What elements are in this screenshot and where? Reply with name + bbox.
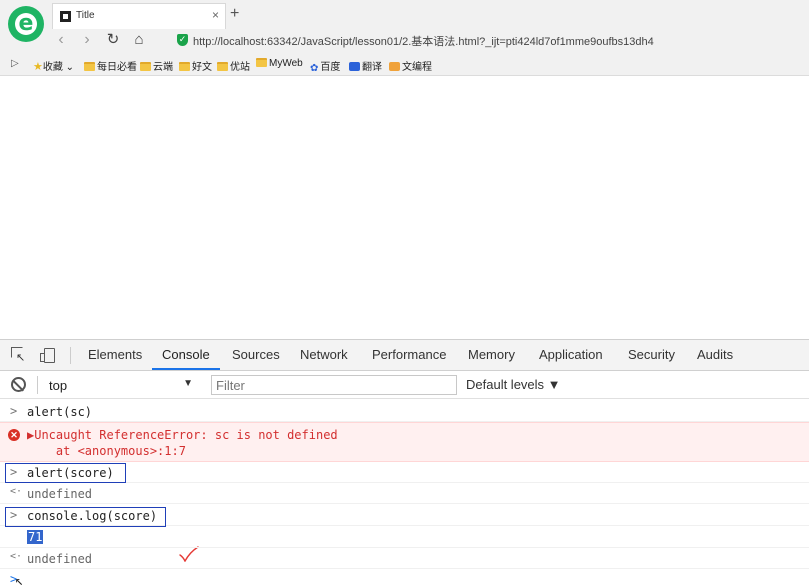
new-tab-button[interactable]: +	[230, 5, 239, 23]
clear-console-icon[interactable]	[11, 377, 26, 392]
console-row: <· undefined	[0, 483, 809, 504]
security-shield-icon: ✓	[177, 34, 188, 46]
log-levels-dropdown[interactable]: Default levels ▼	[466, 377, 561, 392]
bookmark-favorites[interactable]: ★收藏 ⌄	[33, 58, 74, 73]
console-toolbar: top ▼ Default levels ▼	[0, 371, 809, 399]
bookmarks-toggle-icon[interactable]: ▷	[11, 58, 19, 69]
tab-performance[interactable]: Performance	[372, 347, 446, 362]
device-toolbar-icon[interactable]	[40, 347, 56, 363]
home-button[interactable]: ⌂	[130, 31, 148, 49]
console-error-row: ✕ ▶Uncaught ReferenceError: sc is not de…	[0, 422, 809, 462]
tab-network[interactable]: Network	[300, 347, 348, 362]
bookmark-sites[interactable]: 优站	[217, 58, 250, 73]
dropdown-arrow-icon: ▼	[183, 378, 193, 389]
translate-icon	[349, 62, 360, 71]
active-tab-indicator	[152, 368, 220, 370]
tab-elements[interactable]: Elements	[88, 347, 142, 362]
reload-button[interactable]: ↻	[104, 31, 122, 49]
tab-audits[interactable]: Audits	[697, 347, 733, 362]
bookmark-baidu[interactable]: ✿ 百度	[310, 58, 340, 74]
browser-tab[interactable]: Title ×	[52, 3, 226, 29]
bookmark-articles[interactable]: 好文	[179, 58, 212, 73]
console-command[interactable]: alert(sc)	[27, 405, 92, 419]
bookmark-myweb[interactable]: MyWeb	[256, 58, 303, 69]
paw-icon: ✿	[310, 63, 319, 74]
star-icon: ★	[33, 61, 43, 73]
console-row: > alert(sc)	[0, 400, 809, 422]
url-text[interactable]: http://localhost:63342/JavaScript/lesson…	[193, 33, 654, 49]
forward-button[interactable]: ›	[78, 31, 96, 49]
bookmark-daily[interactable]: 每日必看	[84, 58, 137, 73]
error-message[interactable]: ▶Uncaught ReferenceError: sc is not defi…	[27, 428, 338, 442]
back-button[interactable]: ‹	[52, 31, 70, 49]
folder-icon	[256, 58, 267, 67]
return-value-icon: <·	[10, 486, 23, 497]
tab-memory[interactable]: Memory	[468, 347, 515, 362]
bookmark-translate[interactable]: 翻译	[349, 58, 382, 73]
folder-icon	[217, 62, 228, 71]
browser-chrome: e Title × + ‹ › ↻ ⌂ ✓ http://localhost:6…	[0, 0, 809, 76]
console-log-output[interactable]: 71	[27, 530, 44, 544]
console-row: 71	[0, 526, 809, 548]
error-stack[interactable]: at <anonymous>:1:7	[27, 444, 186, 458]
annotation-box	[5, 507, 166, 527]
input-prompt-icon: >	[10, 404, 18, 418]
page-favicon-icon	[60, 11, 71, 22]
context-value: top	[49, 378, 68, 393]
tab-security[interactable]: Security	[628, 347, 675, 362]
selected-text[interactable]: 71	[27, 530, 44, 544]
tab-title: Title	[76, 10, 95, 21]
return-value-icon: <·	[10, 551, 23, 562]
code-icon	[389, 62, 400, 71]
bookmark-coding[interactable]: 文编程	[389, 58, 432, 73]
toolbar-divider	[37, 376, 38, 394]
folder-icon	[140, 62, 151, 71]
tab-console[interactable]: Console	[162, 347, 210, 362]
annotation-box	[5, 463, 126, 483]
tab-application[interactable]: Application	[539, 347, 603, 362]
console-result: undefined	[27, 487, 93, 501]
context-selector[interactable]: top ▼	[44, 376, 198, 394]
console-prompt-row[interactable]: >	[0, 569, 809, 588]
filter-input[interactable]	[211, 375, 457, 395]
tab-close-icon[interactable]: ×	[212, 8, 219, 22]
error-icon: ✕	[8, 429, 20, 441]
inspect-element-icon[interactable]: ↖	[11, 347, 27, 364]
console-output: > alert(sc) ✕ ▶Uncaught ReferenceError: …	[0, 400, 809, 588]
devtools-panel: ↖ Elements Console Sources Network Perfo…	[0, 339, 809, 588]
page-viewport	[0, 77, 809, 339]
browser-logo-icon[interactable]: e	[8, 6, 44, 42]
bookmarks-bar: ▷ ★收藏 ⌄ 每日必看 云端 好文 优站 MyWeb ✿ 百度 翻译 文编程	[0, 56, 809, 74]
folder-icon	[179, 62, 190, 71]
toolbar-divider	[70, 347, 71, 364]
text-cursor-icon: ↖	[15, 573, 24, 588]
console-result: undefined	[27, 552, 93, 566]
devtools-tab-bar: ↖ Elements Console Sources Network Perfo…	[0, 340, 809, 371]
tab-sources[interactable]: Sources	[232, 347, 280, 362]
bookmark-cloud[interactable]: 云端	[140, 58, 173, 73]
address-bar[interactable]: ✓ http://localhost:63342/JavaScript/less…	[172, 30, 802, 50]
console-row: <· undefined	[0, 548, 809, 569]
folder-icon	[84, 62, 95, 71]
